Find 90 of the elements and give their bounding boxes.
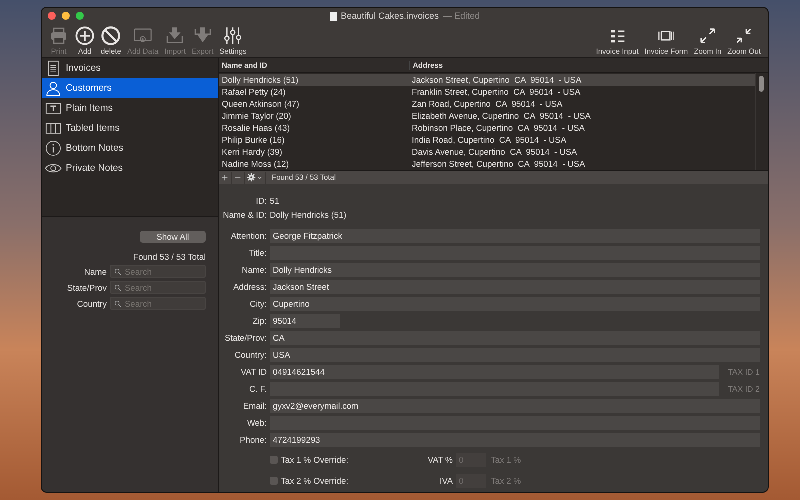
search-icon <box>114 300 122 308</box>
field-label: Address: <box>232 282 267 292</box>
table-row[interactable]: Jimmie Taylor (20) Elizabeth Avenue, Cupertino CA 95014 - USA <box>219 110 755 122</box>
field-label: Country: <box>234 350 267 360</box>
window-title: Beautiful Cakes.invoices <box>340 11 440 21</box>
field-label: State/Prov: <box>224 333 267 343</box>
field-hint: Tax 1 % <box>491 455 522 465</box>
field-tag: TAX ID 1 <box>722 368 760 376</box>
table-cell-text: Franklin Street, Cupertino CA 95014 - USA <box>411 87 582 97</box>
table-cell-text: Dolly Hendricks (51) <box>221 75 300 85</box>
field-label: Country <box>76 298 107 308</box>
table-row[interactable]: Philip Burke (16) India Road, Cupertino CA 95014 - USA <box>219 134 755 146</box>
plus-icon <box>221 174 229 182</box>
text-field[interactable]: gyxv2@everymail.com <box>270 399 760 413</box>
table-row[interactable]: Kerri Hardy (39) Davis Avenue, Cupertino CA 95014 - USA <box>219 146 755 158</box>
checkbox[interactable] <box>270 477 278 485</box>
field-value: Dolly Hendricks (51) <box>270 210 347 220</box>
document-icon <box>330 12 337 20</box>
table-cell-text: India Road, Cupertino CA 95014 - USA <box>411 135 568 145</box>
selected-row[interactable]: Dolly Hendricks (51) Jackson Street, Cupertino CA 95014 - USA <box>219 74 755 86</box>
sidebar-item[interactable]: Plain Items <box>42 98 218 118</box>
table-cell-text: Queen Atkinson (47) <box>221 99 300 109</box>
checkbox-label: Tax 2 % Override: <box>281 476 350 486</box>
person-icon <box>45 80 62 96</box>
field-label: State/Prov <box>66 282 107 292</box>
field-label: VAT ID <box>240 367 267 377</box>
field-label: Web: <box>246 418 267 428</box>
field-label: VAT % <box>426 455 453 465</box>
text-field[interactable]: 04914621544 <box>270 365 719 379</box>
table-cell-text: Jimmie Taylor (20) <box>221 111 292 121</box>
field-tag: TAX ID 2 <box>722 384 760 394</box>
sidebar-item[interactable]: Private Notes <box>42 158 218 178</box>
document-icon <box>45 60 62 76</box>
table-row[interactable]: Nadine Moss (12) Jefferson Street, Cupertino CA 95014 - USA <box>219 158 755 170</box>
sidebar-item[interactable]: Customers <box>42 78 218 98</box>
table-row[interactable]: Rafael Petty (24) Franklin Street, Cupertino CA 95014 - USA <box>219 86 755 98</box>
edited-status: — Edited <box>443 11 480 21</box>
table-cell-text: Rosalie Haas (43) <box>221 123 292 133</box>
info-icon <box>45 140 62 156</box>
table-cell-text: Kerri Hardy (39) <box>221 147 284 157</box>
table-cell-text: Jackson Street, Cupertino CA 95014 - USA <box>411 75 583 85</box>
table-row[interactable]: Queen Atkinson (47) Zan Road, Cupertino CA 95014 - USA <box>219 98 755 110</box>
table-cell-text: Jefferson Street, Cupertino CA 95014 - USA <box>411 159 586 169</box>
field-label: City: <box>249 299 267 309</box>
checkbox-label: Tax 1 % Override: <box>281 455 350 465</box>
table-cell-text: Zan Road, Cupertino CA 95014 - USA <box>411 99 564 109</box>
field-label: Zip: <box>252 316 267 326</box>
table-row[interactable]: Rosalie Haas (43) Robinson Place, Cupertino CA 95014 - USA <box>219 122 755 134</box>
search-icon <box>114 268 122 276</box>
field-label: Phone: <box>239 435 267 445</box>
prohibited-icon <box>101 26 122 46</box>
field-label: IVA <box>438 476 453 486</box>
caret-icon <box>257 174 263 180</box>
field-label: C. F. <box>248 384 267 394</box>
text-field[interactable]: Cupertino <box>270 297 760 311</box>
minimize-button[interactable] <box>62 12 70 20</box>
field-value: 51 <box>270 196 280 206</box>
sidebar-item[interactable]: Invoices <box>42 58 218 78</box>
expand-arrows-icon <box>698 26 718 46</box>
text-field[interactable]: 95014 <box>270 314 340 328</box>
table-cell-text: Robinson Place, Cupertino CA 95014 - USA <box>411 123 586 133</box>
show-all-button[interactable]: Show All <box>140 231 206 243</box>
text-field[interactable]: USA <box>270 348 760 362</box>
sidebar-item[interactable]: Bottom Notes <box>42 138 218 158</box>
field-label: Title: <box>248 248 267 258</box>
tray-arrow-icon <box>165 26 186 46</box>
add-icon <box>75 26 95 46</box>
table-cell-text: Nadine Moss (12) <box>221 159 290 169</box>
field-label: Name: <box>240 265 267 275</box>
text-field[interactable]: 4724199293 <box>270 433 760 447</box>
table-cell-text: Rafael Petty (24) <box>221 87 287 97</box>
field-label: Name <box>83 266 107 276</box>
search-icon <box>114 284 122 292</box>
field-label: Attention: <box>230 231 267 241</box>
text-field[interactable]: George Fitzpatrick <box>270 229 760 243</box>
text-field[interactable]: Dolly Hendricks <box>270 263 760 277</box>
found-count: Found 53 / 53 Total <box>133 252 206 262</box>
zoom-button[interactable] <box>76 12 84 20</box>
table-cell-text: Elizabeth Avenue, Cupertino CA 95014 - USA <box>411 111 592 121</box>
field-label: Name & ID: <box>222 210 267 220</box>
field-hint: Tax 2 % <box>491 476 522 486</box>
text-field[interactable]: Jackson Street <box>270 280 760 294</box>
table-cell-text: Davis Avenue, Cupertino CA 95014 - USA <box>411 147 578 157</box>
text-field[interactable]: CA <box>270 331 760 345</box>
field-label: ID: <box>255 196 267 206</box>
close-button[interactable] <box>48 12 56 20</box>
checkbox[interactable] <box>270 456 278 464</box>
table-cell-text: Philip Burke (16) <box>221 135 286 145</box>
field-label: Email: <box>242 401 267 411</box>
sidebar-item[interactable]: Tabled Items <box>42 118 218 138</box>
